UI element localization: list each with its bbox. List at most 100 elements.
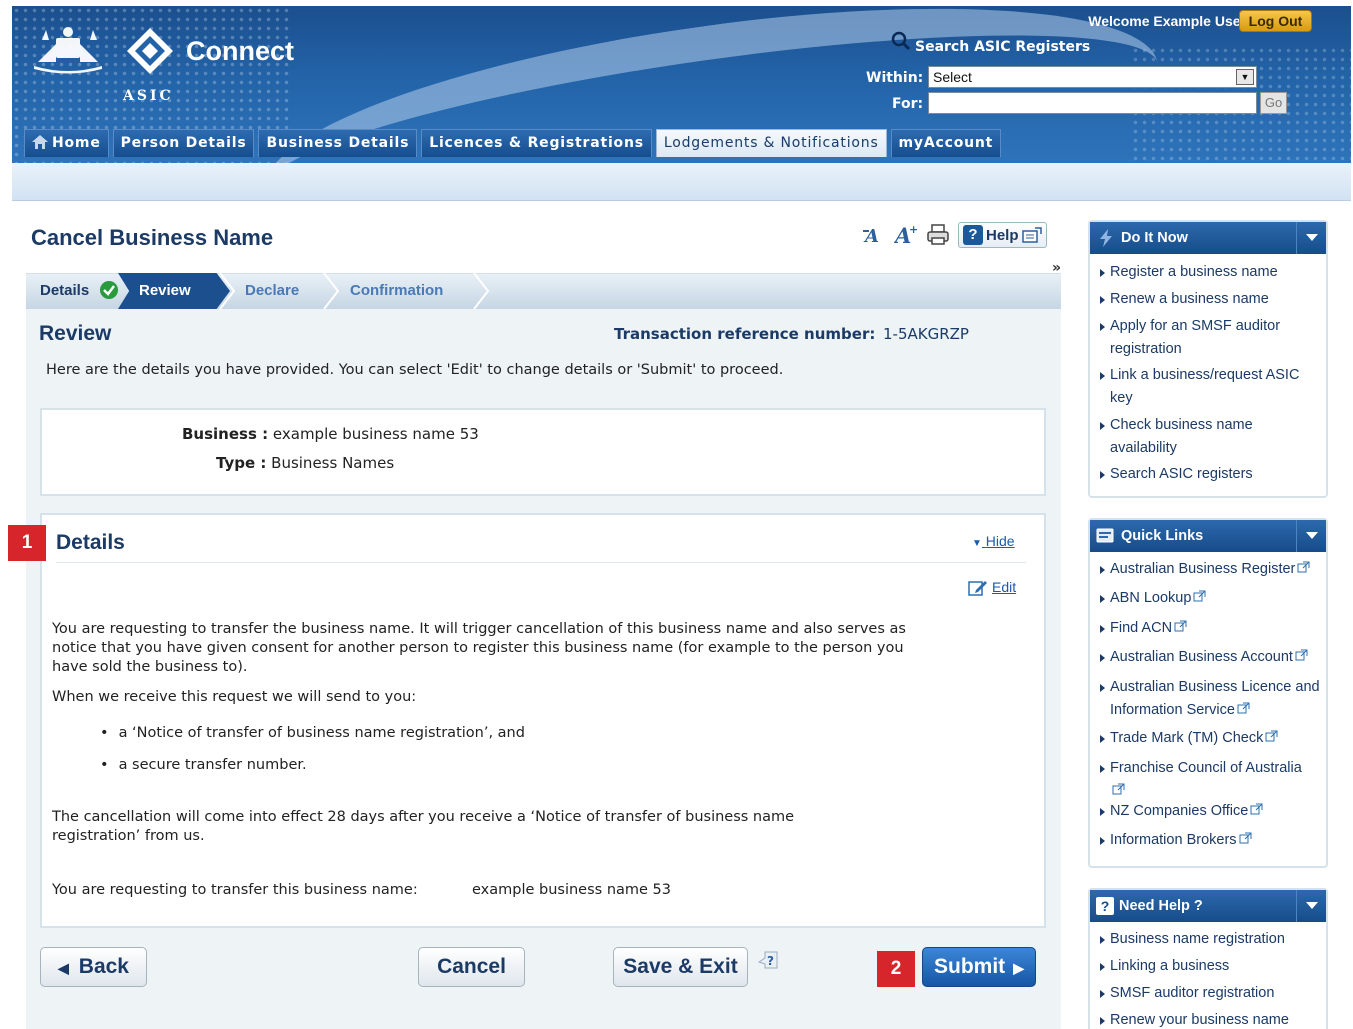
business-value: example business name 53 xyxy=(272,425,479,443)
search-input[interactable] xyxy=(928,92,1257,114)
sidebar-link-smsf-auditor[interactable]: Apply for an SMSF auditor registration xyxy=(1100,315,1320,361)
chevron-down-icon[interactable]: ▼ xyxy=(1236,69,1254,85)
sidebar-link-register-business-name[interactable]: Register a business name xyxy=(1100,261,1320,284)
increase-text-size-icon[interactable]: A + xyxy=(894,223,918,247)
sidebar-link-renew-business-name[interactable]: Renew a business name xyxy=(1100,288,1320,311)
step-confirmation: Confirmation xyxy=(350,282,444,299)
callout-marker-1: 1 xyxy=(8,525,46,561)
submit-label: Submit xyxy=(934,955,1006,978)
tab-home-label: Home xyxy=(52,135,101,151)
sidebar-link-check-availability[interactable]: Check business name availability xyxy=(1100,414,1320,460)
edit-details-link[interactable]: Edit xyxy=(968,578,1016,596)
chevron-down-icon[interactable] xyxy=(1296,520,1326,552)
search-title-text: Search ASIC Registers xyxy=(915,39,1091,55)
sidebar-link-help-smsf[interactable]: SMSF auditor registration xyxy=(1100,982,1320,1005)
review-intro-text: Here are the details you have provided. … xyxy=(46,362,784,378)
go-button[interactable]: Go xyxy=(1260,92,1287,114)
sub-navigation-bar xyxy=(12,163,1351,201)
receive-request-text: When we receive this request we will sen… xyxy=(52,689,417,705)
do-it-now-header[interactable]: Do It Now xyxy=(1090,222,1326,254)
external-link-icon xyxy=(1250,803,1263,815)
more-chevron[interactable]: » xyxy=(1052,260,1061,276)
edit-label: Edit xyxy=(992,579,1017,595)
transfer-business-value: example business name 53 xyxy=(472,882,672,898)
chevron-down-icon[interactable] xyxy=(1296,222,1326,254)
transfer-explanation-text: You are requesting to transfer the busin… xyxy=(52,621,906,675)
external-link-icon xyxy=(1237,702,1250,714)
help-label: Help xyxy=(986,226,1019,244)
app-title: Connect xyxy=(186,36,294,66)
help-button[interactable]: ? Help xyxy=(958,222,1047,248)
check-icon xyxy=(100,281,119,299)
step-details-label: Details xyxy=(40,282,90,299)
type-value: Business Names xyxy=(271,454,395,472)
sidebar-link-search-registers[interactable]: Search ASIC registers xyxy=(1100,463,1320,486)
cancel-button[interactable]: Cancel xyxy=(418,947,525,987)
external-link-icon xyxy=(1112,783,1125,795)
sidebar-link-nz-companies[interactable]: NZ Companies Office xyxy=(1100,800,1320,823)
within-select-value: Select xyxy=(933,69,972,85)
submit-button[interactable]: Submit ▶ xyxy=(922,947,1036,987)
print-icon[interactable] xyxy=(926,223,950,247)
tab-person-details[interactable]: Person Details xyxy=(112,129,255,157)
save-exit-button[interactable]: Save & Exit xyxy=(613,947,748,987)
back-label: Back xyxy=(78,955,129,978)
type-label: Type : xyxy=(216,454,267,472)
tab-myaccount[interactable]: myAccount xyxy=(890,129,1002,157)
hide-label: Hide xyxy=(985,533,1015,549)
step-details[interactable]: Details xyxy=(26,273,124,309)
sidebar-link-aba[interactable]: Australian Business Account xyxy=(1100,646,1320,669)
quick-links-panel: Quick Links Australian Business Register… xyxy=(1088,518,1328,868)
svg-text:A: A xyxy=(863,226,879,247)
within-select[interactable]: Select ▼ xyxy=(928,66,1257,88)
tab-licences-registrations[interactable]: Licences & Registrations xyxy=(421,129,652,157)
sidebar-link-abn-lookup[interactable]: ABN Lookup xyxy=(1100,587,1320,610)
transfer-business-label: You are requesting to transfer this busi… xyxy=(52,882,418,898)
sidebar-link-help-registration[interactable]: Business name registration xyxy=(1100,928,1320,951)
quick-links-title: Quick Links xyxy=(1121,528,1204,544)
sidebar-link-link-business[interactable]: Link a business/request ASIC key xyxy=(1100,364,1320,410)
business-summary-box xyxy=(40,408,1046,496)
external-link-icon xyxy=(1295,649,1308,661)
do-it-now-panel: Do It Now Register a business name Renew… xyxy=(1088,220,1328,498)
chevron-down-icon[interactable] xyxy=(1296,890,1326,922)
sidebar-link-franchise-council[interactable]: Franchise Council of Australia xyxy=(1100,757,1320,803)
lightning-icon xyxy=(1100,229,1112,247)
tab-home[interactable]: Home xyxy=(24,129,109,157)
back-button[interactable]: ◀ Back xyxy=(40,947,147,987)
tab-lodgements-notifications[interactable]: Lodgements & Notifications xyxy=(655,129,887,157)
hide-details-link[interactable]: ▼ Hide xyxy=(972,533,1015,549)
help-icon: ? xyxy=(963,225,983,245)
save-help-icon[interactable]: ? xyxy=(757,950,779,972)
sidebar-link-help-renew[interactable]: Renew your business name xyxy=(1100,1009,1320,1029)
page-tools: A A + ? Help xyxy=(862,221,1047,249)
question-icon: ? xyxy=(1096,897,1114,915)
details-heading: Details xyxy=(56,531,125,554)
sidebar-link-abr[interactable]: Australian Business Register xyxy=(1100,558,1320,581)
logout-button[interactable]: Log Out xyxy=(1239,10,1312,32)
details-section xyxy=(40,513,1046,928)
open-window-icon xyxy=(1021,227,1042,243)
step-review: Review xyxy=(118,273,230,309)
svg-text:+: + xyxy=(909,223,918,236)
coat-of-arms-icon xyxy=(34,27,102,74)
quick-links-header[interactable]: Quick Links xyxy=(1090,520,1326,552)
sidebar-link-help-linking[interactable]: Linking a business xyxy=(1100,955,1320,978)
sidebar-link-find-acn[interactable]: Find ACN xyxy=(1100,617,1320,640)
business-row: Business : example business name 53 xyxy=(182,425,479,443)
caret-down-icon: ▼ xyxy=(972,538,982,549)
transaction-reference-label: Transaction reference number: xyxy=(614,325,876,343)
search-registers-title: Search ASIC Registers xyxy=(891,31,1091,55)
sidebar-link-ablis[interactable]: Australian Business Licence and Informat… xyxy=(1100,676,1320,722)
external-link-icon xyxy=(1265,730,1278,742)
chevron-right-icon: ▶ xyxy=(1013,960,1024,976)
decrease-text-size-icon[interactable]: A xyxy=(862,223,886,247)
sidebar-link-trade-mark[interactable]: Trade Mark (TM) Check xyxy=(1100,727,1320,750)
sidebar-link-information-brokers[interactable]: Information Brokers xyxy=(1100,829,1320,852)
cancellation-effect-text: The cancellation will come into effect 2… xyxy=(52,809,795,844)
within-label: Within: xyxy=(866,70,924,86)
need-help-header[interactable]: ? Need Help ? xyxy=(1090,890,1326,922)
transaction-reference-value: 1-5AKGRZP xyxy=(883,325,969,343)
list-item: a ‘Notice of transfer of business name r… xyxy=(100,725,525,741)
tab-business-details[interactable]: Business Details xyxy=(258,129,418,157)
